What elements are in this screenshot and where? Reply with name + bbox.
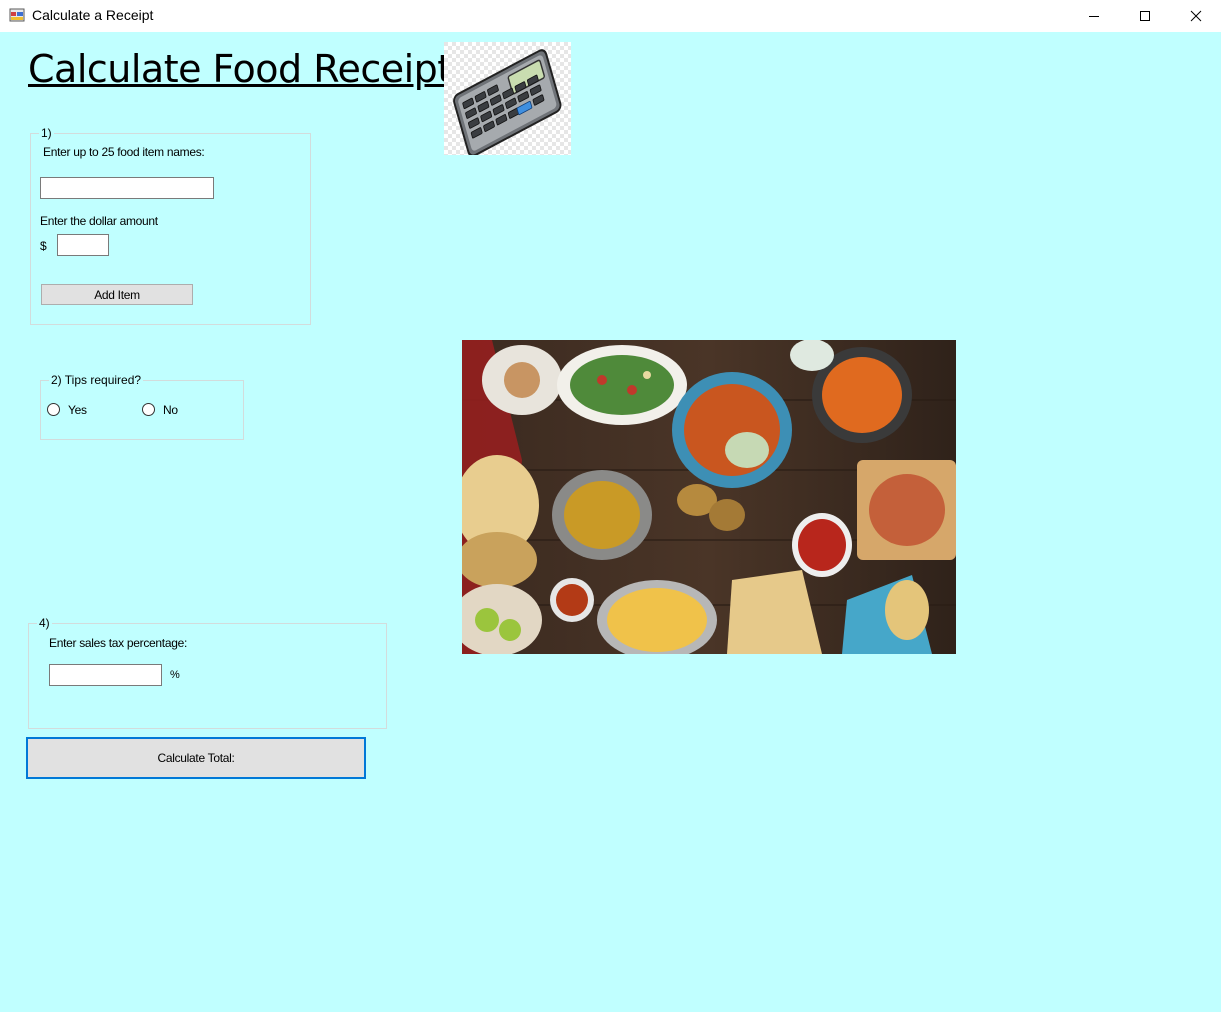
percent-sign: % — [170, 669, 180, 681]
dollar-amount-label: Enter the dollar amount — [40, 214, 158, 228]
maximize-icon — [1140, 11, 1150, 21]
item-name-input[interactable] — [40, 177, 214, 199]
maximize-button[interactable] — [1122, 0, 1168, 32]
page-title: Calculate Food Receipt: — [28, 47, 464, 91]
close-icon — [1190, 10, 1202, 22]
tips-no-radio[interactable] — [142, 403, 155, 416]
dollar-amount-input[interactable] — [57, 234, 109, 256]
dollar-sign: $ — [40, 239, 47, 253]
item-name-label: Enter up to 25 food item names: — [43, 145, 205, 159]
group-4-caption: 4) — [37, 616, 52, 630]
tips-no-label: No — [163, 403, 178, 417]
sales-tax-label: Enter sales tax percentage: — [49, 636, 187, 650]
minimize-button[interactable] — [1071, 0, 1117, 32]
food-image — [462, 340, 956, 654]
add-item-button[interactable]: Add Item — [41, 284, 193, 305]
window-title: Calculate a Receipt — [32, 7, 154, 23]
calculator-image — [444, 42, 571, 155]
minimize-icon — [1089, 16, 1099, 17]
tips-yes-label: Yes — [68, 403, 87, 417]
group-1-caption: 1) — [39, 126, 54, 140]
calculate-total-button[interactable]: Calculate Total: — [26, 737, 366, 779]
close-button[interactable] — [1173, 0, 1219, 32]
tips-yes-radio[interactable] — [47, 403, 60, 416]
title-bar: Calculate a Receipt — [0, 0, 1221, 32]
app-icon — [9, 8, 25, 22]
group-2-caption: 2) Tips required? — [49, 373, 144, 387]
sales-tax-input[interactable] — [49, 664, 162, 686]
